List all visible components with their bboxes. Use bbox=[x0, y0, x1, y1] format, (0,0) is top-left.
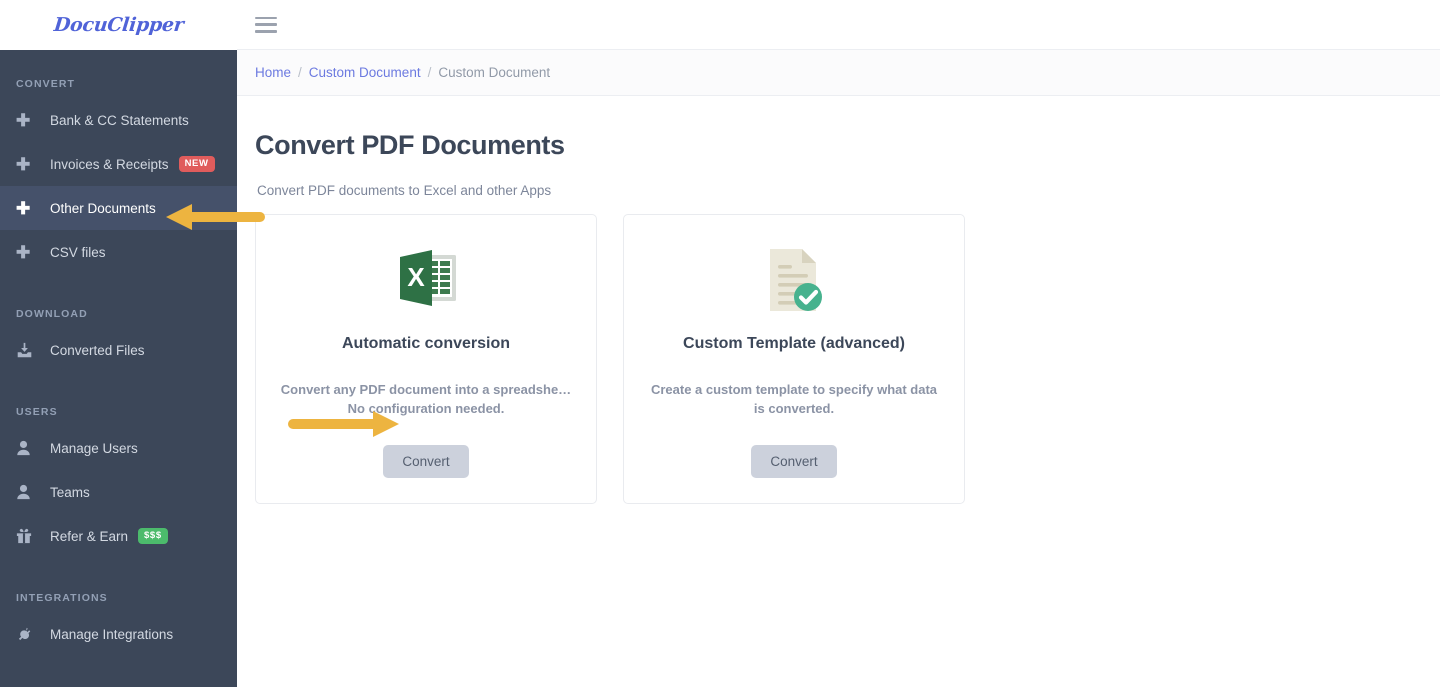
sidebar-item-label: Manage Integrations bbox=[50, 626, 174, 642]
brand-area: DocuClipper bbox=[0, 0, 237, 50]
sidebar-item-manage-integrations[interactable]: Manage Integrations bbox=[0, 612, 237, 656]
sidebar-item-label: Manage Users bbox=[50, 440, 138, 456]
breadcrumb-item-current: Custom Document bbox=[438, 65, 551, 80]
breadcrumb-item-home[interactable]: Home bbox=[255, 65, 291, 80]
gift-icon bbox=[16, 528, 42, 544]
page-subtitle: Convert PDF documents to Excel and other… bbox=[257, 183, 552, 198]
breadcrumb-item-custom-document[interactable]: Custom Document bbox=[309, 65, 421, 80]
brand-logo[interactable]: DocuClipper bbox=[53, 14, 185, 36]
user-icon bbox=[16, 484, 42, 500]
hamburger-icon[interactable] bbox=[255, 16, 277, 33]
conversion-options: X Automatic conversion Convert any PDF d… bbox=[255, 214, 1440, 504]
sidebar: DocuClipper CONVERT ✚ Bank & CC Statemen… bbox=[0, 0, 237, 687]
sidebar-item-refer-and-earn[interactable]: Refer & Earn $$$ bbox=[0, 514, 237, 558]
card-title: Custom Template (advanced) bbox=[683, 335, 905, 352]
sidebar-item-label: Converted Files bbox=[50, 342, 145, 358]
sidebar-item-manage-users[interactable]: Manage Users bbox=[0, 426, 237, 470]
document-check-icon bbox=[762, 237, 826, 323]
sidebar-item-label: Teams bbox=[50, 484, 90, 500]
main-area: Home / Custom Document / Custom Document… bbox=[237, 0, 1440, 687]
sidebar-item-teams[interactable]: Teams bbox=[0, 470, 237, 514]
sidebar-item-other-documents[interactable]: ✚ Other Documents bbox=[0, 186, 237, 230]
breadcrumb-separator: / bbox=[298, 65, 302, 80]
plus-icon: ✚ bbox=[16, 154, 31, 174]
breadcrumb-separator: / bbox=[427, 65, 432, 80]
sidebar-item-csv-files[interactable]: ✚ CSV files bbox=[0, 230, 237, 274]
sidebar-nav: CONVERT ✚ Bank & CC Statements ✚ Invoice… bbox=[0, 78, 237, 656]
page-content: Convert PDF Documents Convert PDF docume… bbox=[237, 96, 1440, 504]
sidebar-item-label: Bank & CC Statements bbox=[50, 112, 189, 128]
card-description: Convert any PDF document into a spreadsh… bbox=[280, 382, 572, 416]
top-bar bbox=[237, 0, 1440, 50]
plug-icon bbox=[16, 626, 42, 643]
card-automatic-conversion[interactable]: X Automatic conversion Convert any PDF d… bbox=[255, 214, 597, 504]
sidebar-section-download-label: DOWNLOAD bbox=[16, 308, 88, 320]
card-description: Create a custom template to specify what… bbox=[650, 382, 938, 416]
sidebar-item-invoices-receipts[interactable]: ✚ Invoices & Receipts NEW bbox=[0, 142, 237, 186]
user-icon bbox=[16, 440, 42, 456]
app-root: DocuClipper CONVERT ✚ Bank & CC Statemen… bbox=[0, 0, 1440, 687]
plus-icon: ✚ bbox=[16, 198, 31, 218]
sidebar-item-bank-cc-statements[interactable]: ✚ Bank & CC Statements bbox=[0, 98, 237, 142]
sidebar-item-label: CSV files bbox=[50, 244, 106, 260]
badge-new: NEW bbox=[178, 156, 215, 172]
sidebar-item-label: Other Documents bbox=[50, 200, 156, 216]
plus-icon: ✚ bbox=[16, 242, 31, 262]
breadcrumb: Home / Custom Document / Custom Document bbox=[237, 50, 1440, 96]
sidebar-item-label: Invoices & Receipts bbox=[50, 156, 169, 172]
sidebar-section-integrations-label: INTEGRATIONS bbox=[16, 592, 108, 604]
card-title: Automatic conversion bbox=[341, 335, 511, 352]
sidebar-section-convert-label: CONVERT bbox=[16, 78, 76, 90]
card-custom-template[interactable]: Custom Template (advanced) Create a cust… bbox=[623, 214, 965, 504]
sidebar-section-users-label: USERS bbox=[16, 406, 58, 418]
convert-button-automatic[interactable]: Convert bbox=[383, 444, 469, 478]
sidebar-item-converted-files[interactable]: Converted Files bbox=[0, 328, 237, 372]
sidebar-item-label: Refer & Earn bbox=[50, 528, 129, 544]
svg-text:X: X bbox=[407, 262, 425, 292]
convert-button-custom-template[interactable]: Convert bbox=[751, 444, 837, 478]
badge-referral-money: $$$ bbox=[138, 528, 168, 544]
download-inbox-icon bbox=[16, 342, 42, 359]
plus-icon: ✚ bbox=[16, 110, 31, 130]
excel-file-icon: X bbox=[392, 237, 460, 323]
page-title: Convert PDF Documents bbox=[255, 130, 565, 160]
